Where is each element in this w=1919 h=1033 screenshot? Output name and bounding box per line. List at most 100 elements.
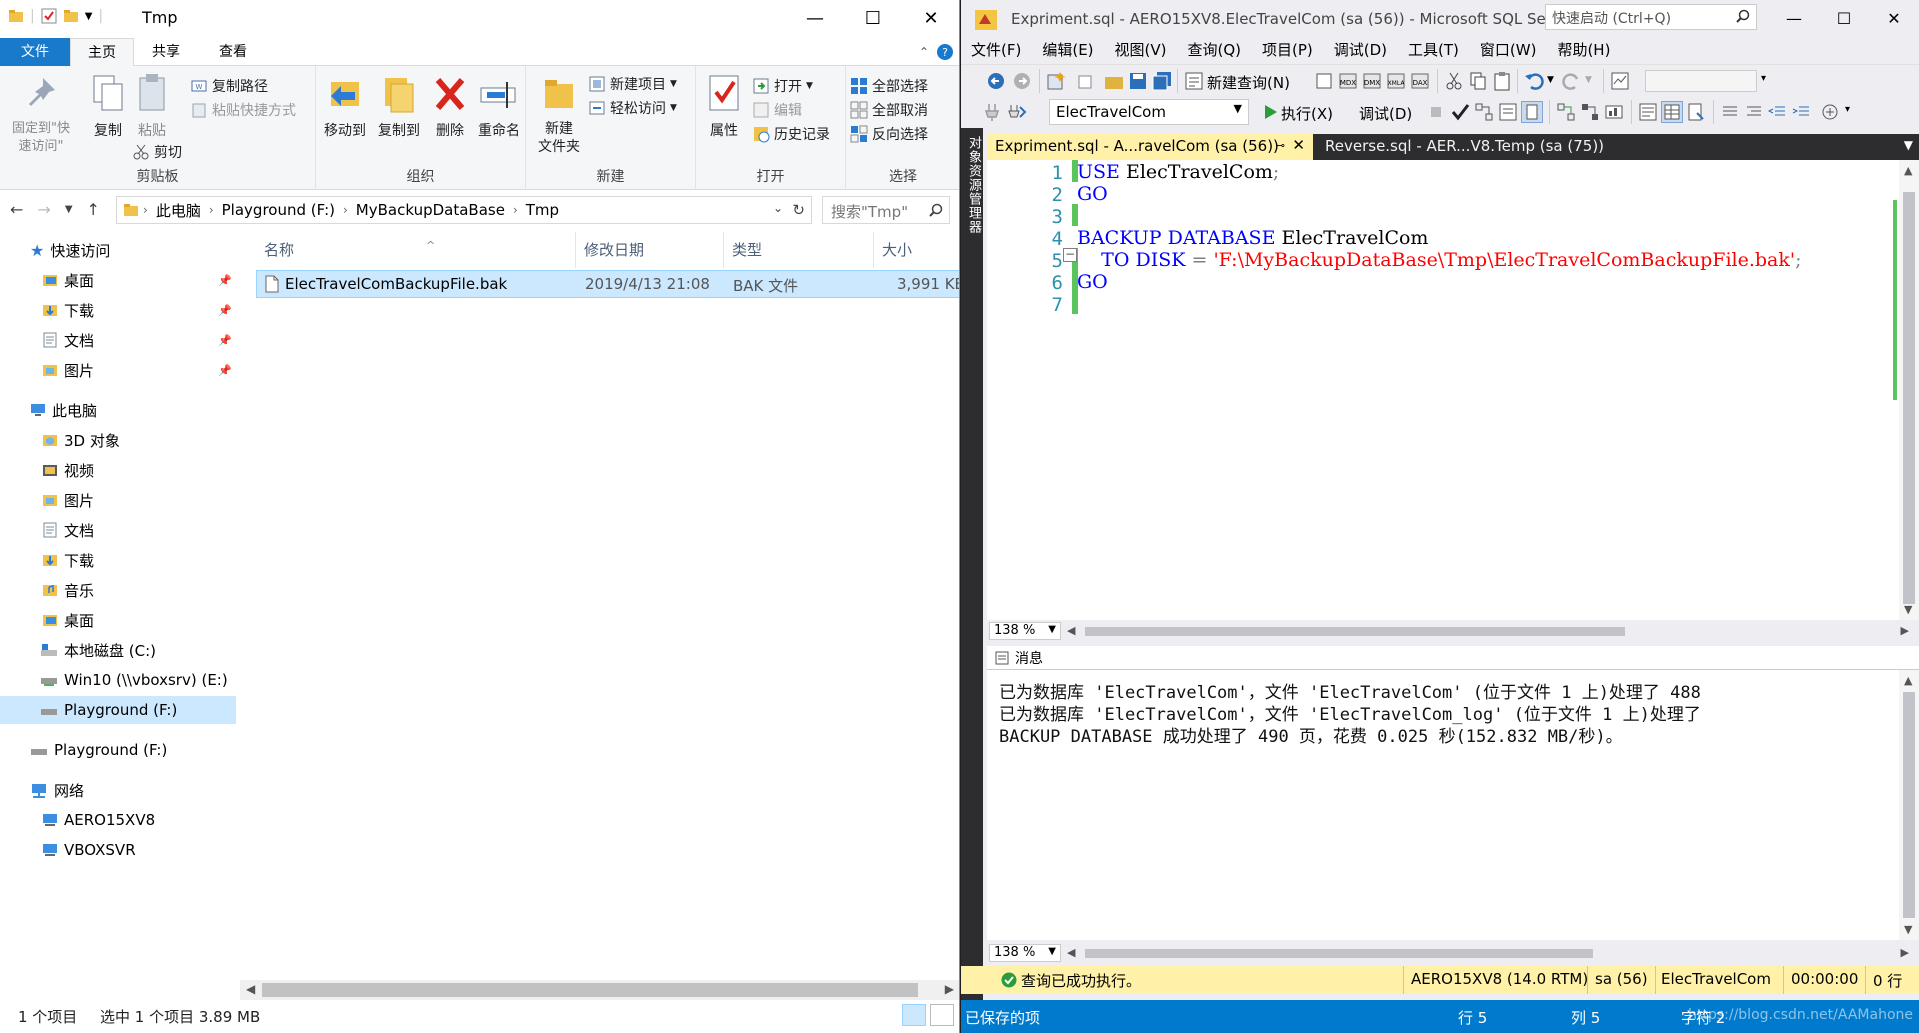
nav-documents[interactable]: 文档 bbox=[42, 516, 94, 544]
include-actual-plan-icon[interactable] bbox=[1555, 101, 1577, 123]
close-icon[interactable]: ✕ bbox=[1292, 136, 1305, 154]
menu-file[interactable]: 文件(F) bbox=[961, 38, 1032, 62]
new-item-button[interactable]: 新建项目 ▼ bbox=[588, 72, 677, 96]
intellisense-icon[interactable] bbox=[1521, 101, 1543, 123]
quick-launch-input[interactable]: 快速启动 (Ctrl+Q) bbox=[1545, 4, 1757, 30]
client-statistics-icon[interactable] bbox=[1603, 101, 1625, 123]
easy-access-button[interactable]: 轻松访问 ▼ bbox=[588, 96, 677, 120]
pin-icon[interactable]: 📌 bbox=[218, 364, 232, 377]
select-none-button[interactable]: 全部取消 bbox=[850, 98, 928, 122]
pin-icon[interactable]: ⊸ bbox=[1276, 139, 1285, 152]
pin-icon[interactable]: 📌 bbox=[218, 334, 232, 347]
editor-hscrollbar[interactable]: ◀ ▶ bbox=[1065, 624, 1911, 638]
delete-button[interactable]: 删除 bbox=[428, 72, 472, 140]
sql-editor[interactable]: 1234567 − USE ElecTravelCom; GO BACKUP DAT… bbox=[987, 160, 1919, 620]
nav-pictures[interactable]: 图片 bbox=[42, 486, 94, 514]
scroll-up-icon[interactable]: ▲ bbox=[1904, 674, 1912, 687]
scroll-left-icon[interactable]: ◀ bbox=[1067, 946, 1075, 959]
back-arrow-icon[interactable]: ← bbox=[10, 200, 23, 219]
save-icon[interactable] bbox=[1127, 70, 1149, 92]
nav-this-pc[interactable]: 此电脑 bbox=[30, 396, 97, 424]
menu-edit[interactable]: 编辑(E) bbox=[1032, 38, 1104, 62]
close-button[interactable]: ✕ bbox=[1869, 0, 1919, 36]
execute-play-icon[interactable] bbox=[1259, 101, 1281, 123]
scrollbar-thumb[interactable] bbox=[1903, 192, 1915, 604]
new-folder-button[interactable]: 新建 文件夹 bbox=[532, 72, 586, 156]
add-item-icon[interactable] bbox=[1075, 70, 1097, 92]
tab-share[interactable]: 共享 bbox=[134, 38, 198, 66]
tabs-overflow-icon[interactable]: ▼ bbox=[1904, 138, 1913, 152]
nav-qa-desktop[interactable]: 桌面 bbox=[42, 266, 94, 294]
scroll-right-icon[interactable]: ▶ bbox=[1901, 624, 1909, 637]
messages-pane[interactable]: 已为数据库 'ElecTravelCom'，文件 'ElecTravelCom'… bbox=[987, 670, 1919, 940]
pin-icon[interactable]: 📌 bbox=[218, 274, 232, 287]
rename-button[interactable]: 重命名 bbox=[472, 72, 526, 140]
search-input[interactable]: 搜索"Tmp" bbox=[822, 196, 950, 224]
nav-playground-root[interactable]: Playground (F:) bbox=[30, 736, 167, 764]
nav-drive-f[interactable]: Playground (F:) bbox=[0, 696, 236, 724]
file-list-hscrollbar[interactable]: ◀ ▶ bbox=[240, 980, 959, 1000]
undo-icon[interactable] bbox=[1523, 70, 1545, 92]
breadcrumb-this-pc[interactable]: 此电脑 bbox=[148, 200, 209, 221]
minimize-button[interactable]: — bbox=[786, 0, 844, 36]
tab-expriment-sql[interactable]: Expriment.sql - A...ravelCom (sa (56)) ⊸… bbox=[987, 134, 1313, 160]
menu-window[interactable]: 窗口(W) bbox=[1470, 38, 1548, 62]
nav-network-vboxsvr[interactable]: VBOXSVR bbox=[42, 836, 136, 864]
save-all-icon[interactable] bbox=[1151, 70, 1173, 92]
nav-desktop[interactable]: 桌面 bbox=[42, 606, 94, 634]
new-query-icon[interactable] bbox=[1183, 70, 1205, 92]
menu-tools[interactable]: 工具(T) bbox=[1398, 38, 1470, 62]
scroll-right-icon[interactable]: ▶ bbox=[1901, 946, 1909, 959]
redo-icon[interactable] bbox=[1561, 70, 1583, 92]
query-options-icon[interactable] bbox=[1497, 101, 1519, 123]
activity-monitor-icon[interactable] bbox=[1609, 70, 1631, 92]
menu-debug[interactable]: 调试(D) bbox=[1324, 38, 1398, 62]
nav-qa-downloads[interactable]: 下载 bbox=[42, 296, 94, 324]
nav-qa-documents[interactable]: 文档 bbox=[42, 326, 94, 354]
nav-drive-c[interactable]: 本地磁盘 (C:) bbox=[40, 636, 156, 664]
nav-downloads[interactable]: 下载 bbox=[42, 546, 94, 574]
cancel-query-icon[interactable] bbox=[1425, 101, 1447, 123]
redo-dropdown-icon[interactable]: ▼ bbox=[1585, 75, 1597, 97]
details-view-icon[interactable] bbox=[902, 1004, 926, 1026]
breadcrumb-backup-folder[interactable]: MyBackupDataBase bbox=[348, 201, 513, 219]
scrollbar-thumb[interactable] bbox=[262, 983, 918, 997]
minimize-button[interactable]: — bbox=[1769, 0, 1819, 36]
menu-view[interactable]: 视图(V) bbox=[1105, 38, 1178, 62]
refresh-icon[interactable]: ↻ bbox=[792, 201, 805, 219]
forward-arrow-icon[interactable]: → bbox=[37, 200, 50, 219]
collapse-ribbon-icon[interactable]: ⌃ bbox=[919, 45, 929, 59]
copy-to-button[interactable]: 复制到 bbox=[372, 72, 426, 140]
tab-home[interactable]: 主页 bbox=[70, 38, 134, 67]
select-all-button[interactable]: 全部选择 bbox=[850, 74, 928, 98]
nav-network-aero[interactable]: AERO15XV8 bbox=[42, 806, 155, 834]
column-header-type[interactable]: 类型 bbox=[724, 232, 874, 268]
results-to-file-icon[interactable] bbox=[1685, 101, 1707, 123]
decrease-indent-icon[interactable] bbox=[1767, 101, 1789, 123]
mdx-query-icon[interactable]: MDX bbox=[1337, 70, 1359, 92]
nav-3d-objects[interactable]: 3D 对象 bbox=[42, 426, 120, 454]
results-to-grid-icon[interactable] bbox=[1661, 101, 1683, 123]
specify-template-values-icon[interactable] bbox=[1819, 101, 1841, 123]
breadcrumb-tmp[interactable]: Tmp bbox=[518, 201, 567, 219]
properties-check-icon[interactable] bbox=[41, 8, 57, 24]
tab-view[interactable]: 查看 bbox=[198, 38, 268, 66]
paste-icon[interactable] bbox=[1491, 70, 1513, 92]
tab-reverse-sql[interactable]: Reverse.sql - AER...V8.Temp (sa (75)) bbox=[1317, 134, 1677, 160]
new-project-icon[interactable] bbox=[1045, 70, 1067, 92]
table-row[interactable]: ElecTravelComBackupFile.bak 2019/4/13 21… bbox=[256, 270, 959, 298]
qat-dropdown-icon[interactable]: ▼ bbox=[85, 11, 93, 22]
open-button[interactable]: 打开 ▼ bbox=[752, 74, 813, 98]
scroll-left-icon[interactable]: ◀ bbox=[246, 982, 255, 996]
connect-icon[interactable] bbox=[981, 101, 1003, 123]
scroll-down-icon[interactable]: ▼ bbox=[1904, 923, 1912, 936]
tab-messages[interactable]: 消息 bbox=[995, 648, 1043, 668]
cut-button[interactable]: 剪切 bbox=[132, 140, 182, 164]
menu-help[interactable]: 帮助(H) bbox=[1547, 38, 1621, 62]
increase-indent-icon[interactable] bbox=[1791, 101, 1813, 123]
nav-network[interactable]: 网络 bbox=[30, 776, 84, 804]
navigate-forward-icon[interactable] bbox=[1011, 70, 1033, 92]
recent-dropdown-icon[interactable]: ▼ bbox=[65, 200, 73, 219]
scroll-up-icon[interactable]: ▲ bbox=[1904, 164, 1912, 177]
menu-project[interactable]: 项目(P) bbox=[1252, 38, 1324, 62]
